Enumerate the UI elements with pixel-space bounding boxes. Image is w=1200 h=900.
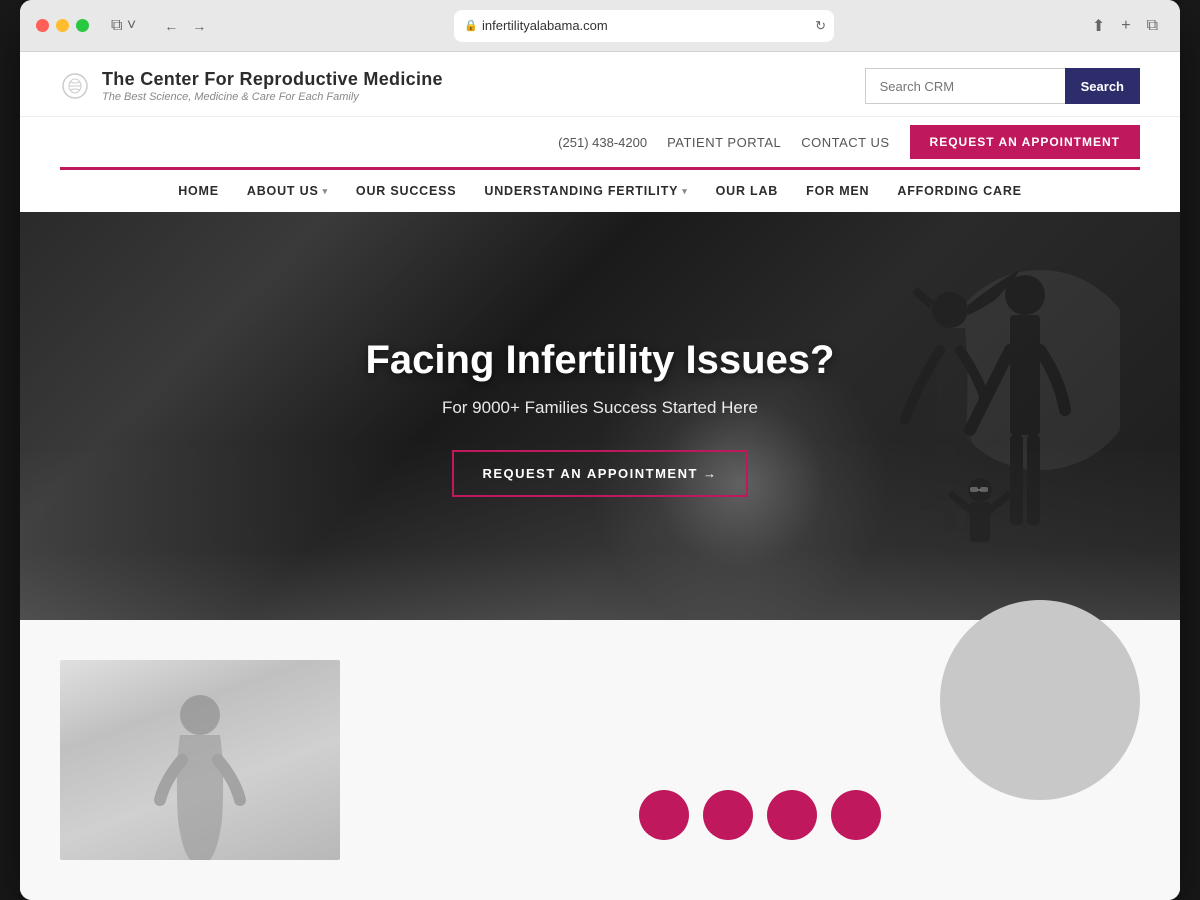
sidebar-button[interactable]: ⧉ [1141, 13, 1164, 39]
header-top: The Center For Reproductive Medicine The… [20, 52, 1180, 116]
nav-item-affording[interactable]: AFFORDING CARE [897, 184, 1021, 198]
address-bar-wrapper: 🔒 ↻ [454, 10, 834, 42]
logo-text: The Center For Reproductive Medicine The… [102, 69, 443, 103]
tab-bar: ⧉ ˅ [105, 13, 142, 39]
forward-button[interactable]: → [188, 14, 210, 38]
nav-item-men[interactable]: FOR MEN [806, 184, 869, 198]
site-tagline: The Best Science, Medicine & Care For Ea… [102, 91, 443, 103]
nav-item-lab[interactable]: OUR LAB [716, 184, 779, 198]
hero-section: Facing Infertility Issues? For 9000+ Fam… [20, 212, 1180, 620]
back-button[interactable]: ← [160, 14, 182, 38]
hero-title: Facing Infertility Issues? [365, 336, 834, 384]
main-nav: HOME ABOUT US ▾ OUR SUCCESS UNDERSTANDIN… [20, 170, 1180, 212]
nav-item-success[interactable]: OUR SUCCESS [356, 184, 456, 198]
refresh-button[interactable]: ↻ [815, 18, 826, 34]
browser-actions: ⬆ + ⧉ [1086, 12, 1164, 40]
contact-us-link[interactable]: CONTACT US [801, 135, 889, 150]
tab-overview-button[interactable]: ⧉ ˅ [105, 13, 142, 39]
site-header: The Center For Reproductive Medicine The… [20, 52, 1180, 212]
fullscreen-button[interactable] [76, 19, 89, 32]
address-bar-container: 🔒 ↻ [218, 10, 1070, 42]
hero-subtitle: For 9000+ Families Success Started Here [365, 398, 834, 418]
logo-icon [60, 71, 90, 101]
gray-circle-decoration [940, 600, 1140, 800]
below-hero-image [60, 660, 340, 860]
website-content: The Center For Reproductive Medicine The… [20, 52, 1180, 900]
request-appointment-button-top[interactable]: REQUEST AN APPOINTMENT [910, 125, 1140, 159]
logo-section: The Center For Reproductive Medicine The… [60, 69, 443, 103]
minimize-button[interactable] [56, 19, 69, 32]
pink-dot-3 [767, 790, 817, 840]
nav-item-about[interactable]: ABOUT US ▾ [247, 184, 328, 198]
pink-dot-1 [639, 790, 689, 840]
browser-titlebar: ⧉ ˅ ← → 🔒 ↻ ⬆ + ⧉ [20, 0, 1180, 52]
nav-item-fertility[interactable]: UNDERSTANDING FERTILITY ▾ [484, 184, 687, 198]
add-tab-button[interactable]: + [1115, 13, 1136, 39]
below-hero-section [20, 620, 1180, 900]
browser-controls: ← → [160, 14, 210, 38]
dots-section [380, 660, 1140, 860]
chevron-down-icon: ▾ [323, 186, 328, 197]
site-title: The Center For Reproductive Medicine [102, 69, 443, 90]
pink-dot-4 [831, 790, 881, 840]
traffic-lights [36, 19, 89, 32]
search-input[interactable] [865, 68, 1065, 104]
search-button[interactable]: Search [1065, 68, 1140, 104]
hero-cta-button[interactable]: REQUEST AN APPOINTMENT → [452, 450, 747, 497]
hero-content: Facing Infertility Issues? For 9000+ Fam… [365, 336, 834, 497]
utility-nav: (251) 438-4200 PATIENT PORTAL CONTACT US… [20, 116, 1180, 167]
address-input[interactable] [454, 10, 834, 42]
close-button[interactable] [36, 19, 49, 32]
phone-number: (251) 438-4200 [558, 135, 647, 150]
chevron-down-icon: ▾ [682, 186, 687, 197]
woman-silhouette [140, 690, 260, 860]
patient-portal-link[interactable]: PATIENT PORTAL [667, 135, 781, 150]
browser-window: ⧉ ˅ ← → 🔒 ↻ ⬆ + ⧉ [20, 0, 1180, 900]
family-silhouette [840, 250, 1120, 590]
lock-icon: 🔒 [464, 19, 478, 32]
pink-dot-2 [703, 790, 753, 840]
nav-item-home[interactable]: HOME [178, 184, 219, 198]
search-section: Search [865, 68, 1140, 104]
share-button[interactable]: ⬆ [1086, 12, 1111, 40]
